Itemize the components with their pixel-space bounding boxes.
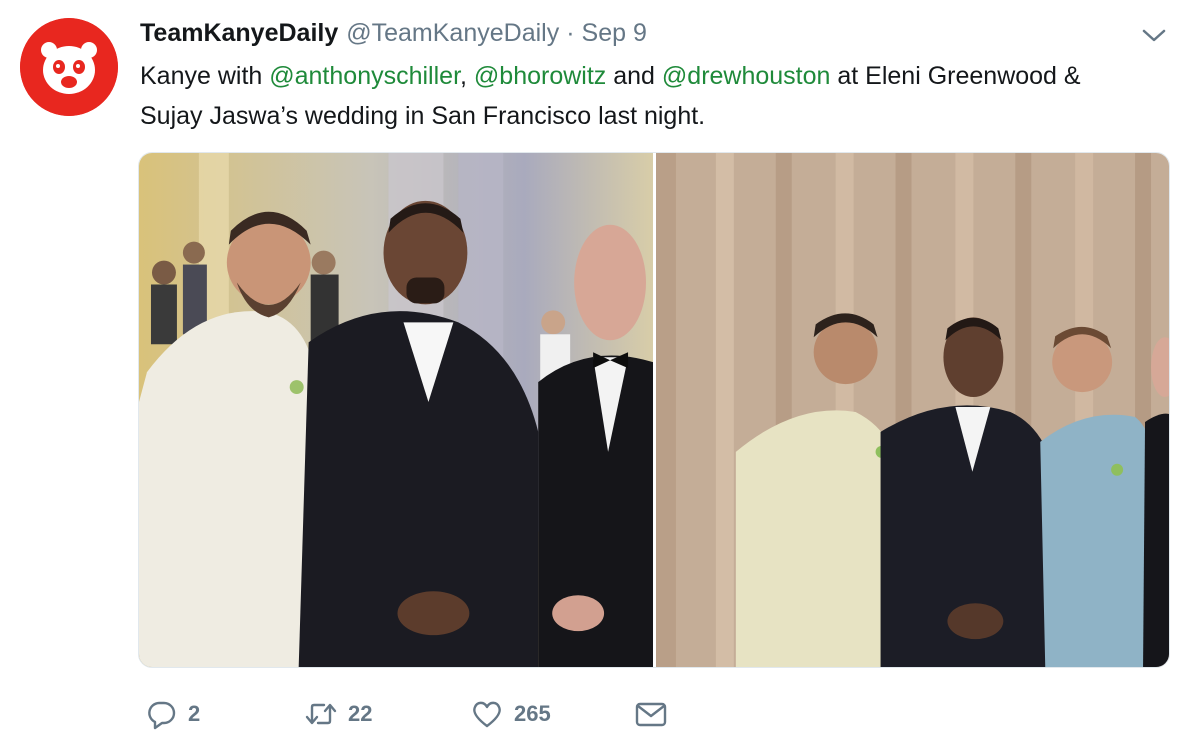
like-count: 265: [514, 701, 551, 726]
text-segment: Kanye with: [140, 62, 270, 90]
chevron-down-icon: [1142, 29, 1166, 42]
envelope-icon: [635, 702, 667, 727]
mention-link[interactable]: @bhorowitz: [474, 62, 606, 90]
tweet-date[interactable]: Sep 9: [582, 19, 647, 48]
group-photo-image: [656, 153, 1169, 667]
tweet-menu-button[interactable]: [1140, 24, 1168, 46]
avatar[interactable]: [20, 18, 118, 116]
retweet-icon: [305, 703, 337, 725]
retweet-button[interactable]: 22: [304, 698, 372, 730]
direct-message-button[interactable]: [634, 698, 668, 730]
like-button[interactable]: 265: [470, 698, 551, 730]
retweet-count: 22: [348, 701, 373, 726]
group-photo-image: [139, 153, 653, 667]
tweet-text: Kanye with @anthonyschiller, @bhorowitz …: [140, 56, 1140, 136]
photo-right[interactable]: [656, 153, 1169, 667]
reply-button[interactable]: 2: [144, 698, 200, 730]
bear-logo-icon: [20, 18, 118, 116]
text-segment: ,: [460, 62, 474, 90]
heart-icon: [473, 701, 501, 728]
reply-icon: [148, 701, 176, 730]
photo-left[interactable]: [139, 153, 653, 667]
mention-link[interactable]: @drewhouston: [662, 62, 831, 90]
tweet-media: [138, 152, 1170, 668]
user-handle[interactable]: @TeamKanyeDaily: [346, 19, 559, 48]
separator-dot: ·: [566, 18, 575, 47]
tweet-header: TeamKanyeDaily @TeamKanyeDaily · Sep 9: [140, 16, 647, 50]
text-segment: and: [606, 62, 662, 90]
reply-count: 2: [188, 701, 201, 726]
mention-link[interactable]: @anthonyschiller: [269, 62, 460, 90]
display-name[interactable]: TeamKanyeDaily: [140, 19, 338, 48]
